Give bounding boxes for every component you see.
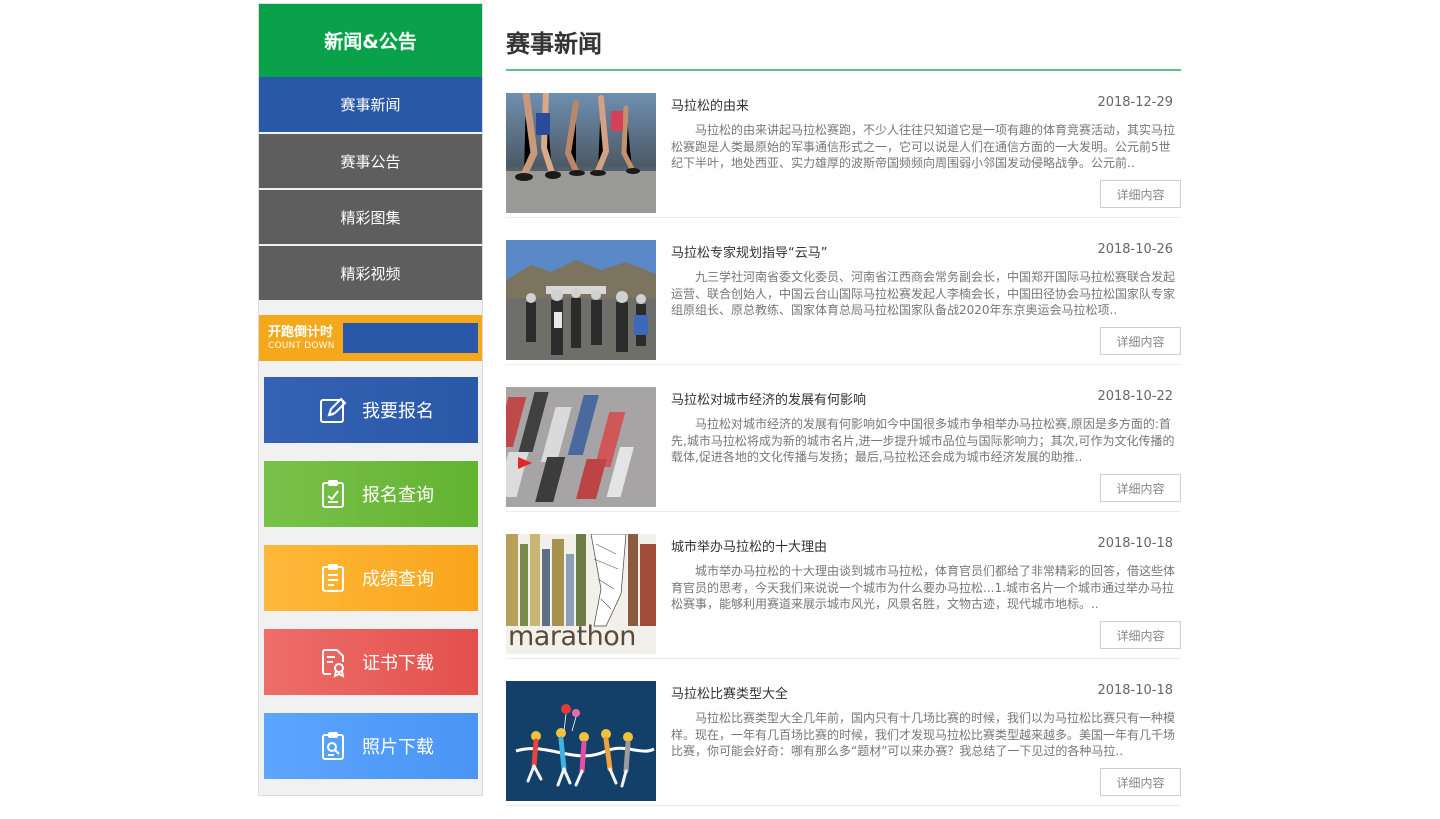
news-date: 2018-10-22: [1097, 389, 1173, 404]
list-item: marathon 城市举办马拉松的十大理由 2018-10-18 城市举办马拉松…: [506, 512, 1181, 659]
score-sheet-icon: [316, 561, 350, 595]
read-more-button[interactable]: 详细内容: [1100, 621, 1181, 649]
edit-icon: [316, 393, 350, 427]
news-thumbnail-runners[interactable]: [506, 93, 656, 213]
sidebar-header: 新闻&公告: [259, 4, 482, 77]
countdown-widget: 开跑倒计时 COUNT DOWN: [259, 315, 482, 361]
list-item: 马拉松对城市经济的发展有何影响 2018-10-22 马拉松对城市经济的发展有何…: [506, 365, 1181, 512]
news-title[interactable]: 马拉松专家规划指导“云马”: [671, 242, 827, 261]
news-date: 2018-12-29: [1097, 95, 1173, 110]
news-date: 2018-10-26: [1097, 242, 1173, 257]
certificate-icon: [316, 645, 350, 679]
news-summary: 马拉松的由来讲起马拉松赛跑，不少人往往只知道它是一项有趣的体育竞赛活动，其实马拉…: [671, 123, 1176, 170]
sidebar-item-photo-gallery[interactable]: 精彩图集: [259, 190, 482, 244]
sidebar: 新闻&公告 赛事新闻 赛事公告 精彩图集 精彩视频 开跑倒计时 COUNT DO…: [258, 3, 483, 796]
news-thumbnail-crowd[interactable]: [506, 387, 656, 507]
sidebar-item-videos[interactable]: 精彩视频: [259, 246, 482, 300]
clipboard-check-icon: [316, 477, 350, 511]
read-more-button[interactable]: 详细内容: [1100, 180, 1181, 208]
thumbnail-caption: marathon: [508, 621, 636, 652]
list-item: 马拉松比赛类型大全 2018-10-18 马拉松比赛类型大全几年前，国内只有十几…: [506, 659, 1181, 806]
sidebar-nav: 赛事新闻 赛事公告 精彩图集 精彩视频: [259, 77, 482, 300]
sidebar-item-event-notices[interactable]: 赛事公告: [259, 134, 482, 188]
news-title[interactable]: 城市举办马拉松的十大理由: [671, 536, 827, 555]
photo-download-label: 照片下载: [362, 737, 434, 758]
read-more-button[interactable]: 详细内容: [1100, 327, 1181, 355]
certificate-download-button[interactable]: 证书下载: [264, 629, 478, 695]
read-more-button[interactable]: 详细内容: [1100, 474, 1181, 502]
news-date: 2018-10-18: [1097, 536, 1173, 551]
news-title[interactable]: 马拉松的由来: [671, 95, 749, 114]
news-thumbnail-mountain-group[interactable]: [506, 240, 656, 360]
countdown-subtitle: COUNT DOWN: [268, 340, 335, 351]
registration-query-label: 报名查询: [362, 485, 434, 506]
certificate-download-label: 证书下载: [362, 653, 434, 674]
photo-download-button[interactable]: 照片下载: [264, 713, 478, 779]
score-query-button[interactable]: 成绩查询: [264, 545, 478, 611]
score-query-label: 成绩查询: [362, 569, 434, 590]
news-summary: 九三学社河南省委文化委员、河南省江西商会常务副会长，中国郑开国际马拉松赛联合发起…: [671, 270, 1176, 317]
news-summary: 马拉松比赛类型大全几年前，国内只有十几场比赛的时候，我们以为马拉松比赛只有一种模…: [671, 711, 1176, 758]
news-date: 2018-10-18: [1097, 683, 1173, 698]
main-content: 赛事新闻 马拉松的由来 2018-12-29 马拉松的由来讲起马拉松赛跑，不少人…: [506, 0, 1181, 806]
sidebar-item-event-news[interactable]: 赛事新闻: [259, 77, 482, 132]
news-title[interactable]: 马拉松对城市经济的发展有何影响: [671, 389, 866, 408]
register-label: 我要报名: [362, 401, 434, 422]
news-summary: 城市举办马拉松的十大理由谈到城市马拉松，体育官员们都给了非常精彩的回答，借这些体…: [671, 564, 1176, 611]
page-title: 赛事新闻: [506, 0, 1181, 71]
registration-query-button[interactable]: 报名查询: [264, 461, 478, 527]
news-title[interactable]: 马拉松比赛类型大全: [671, 683, 788, 702]
countdown-display: [343, 323, 478, 353]
news-thumbnail-finish-line[interactable]: [506, 681, 656, 801]
photo-search-icon: [316, 729, 350, 763]
news-thumbnail-marathon-poster[interactable]: marathon: [506, 534, 656, 654]
list-item: 马拉松专家规划指导“云马” 2018-10-26 九三学社河南省委文化委员、河南…: [506, 218, 1181, 365]
register-button[interactable]: 我要报名: [264, 377, 478, 443]
list-item: 马拉松的由来 2018-12-29 马拉松的由来讲起马拉松赛跑，不少人往往只知道…: [506, 71, 1181, 218]
countdown-title: 开跑倒计时: [268, 324, 334, 340]
read-more-button[interactable]: 详细内容: [1100, 768, 1181, 796]
news-summary: 马拉松对城市经济的发展有何影响如今中国很多城市争相举办马拉松赛,原因是多方面的:…: [671, 417, 1175, 464]
